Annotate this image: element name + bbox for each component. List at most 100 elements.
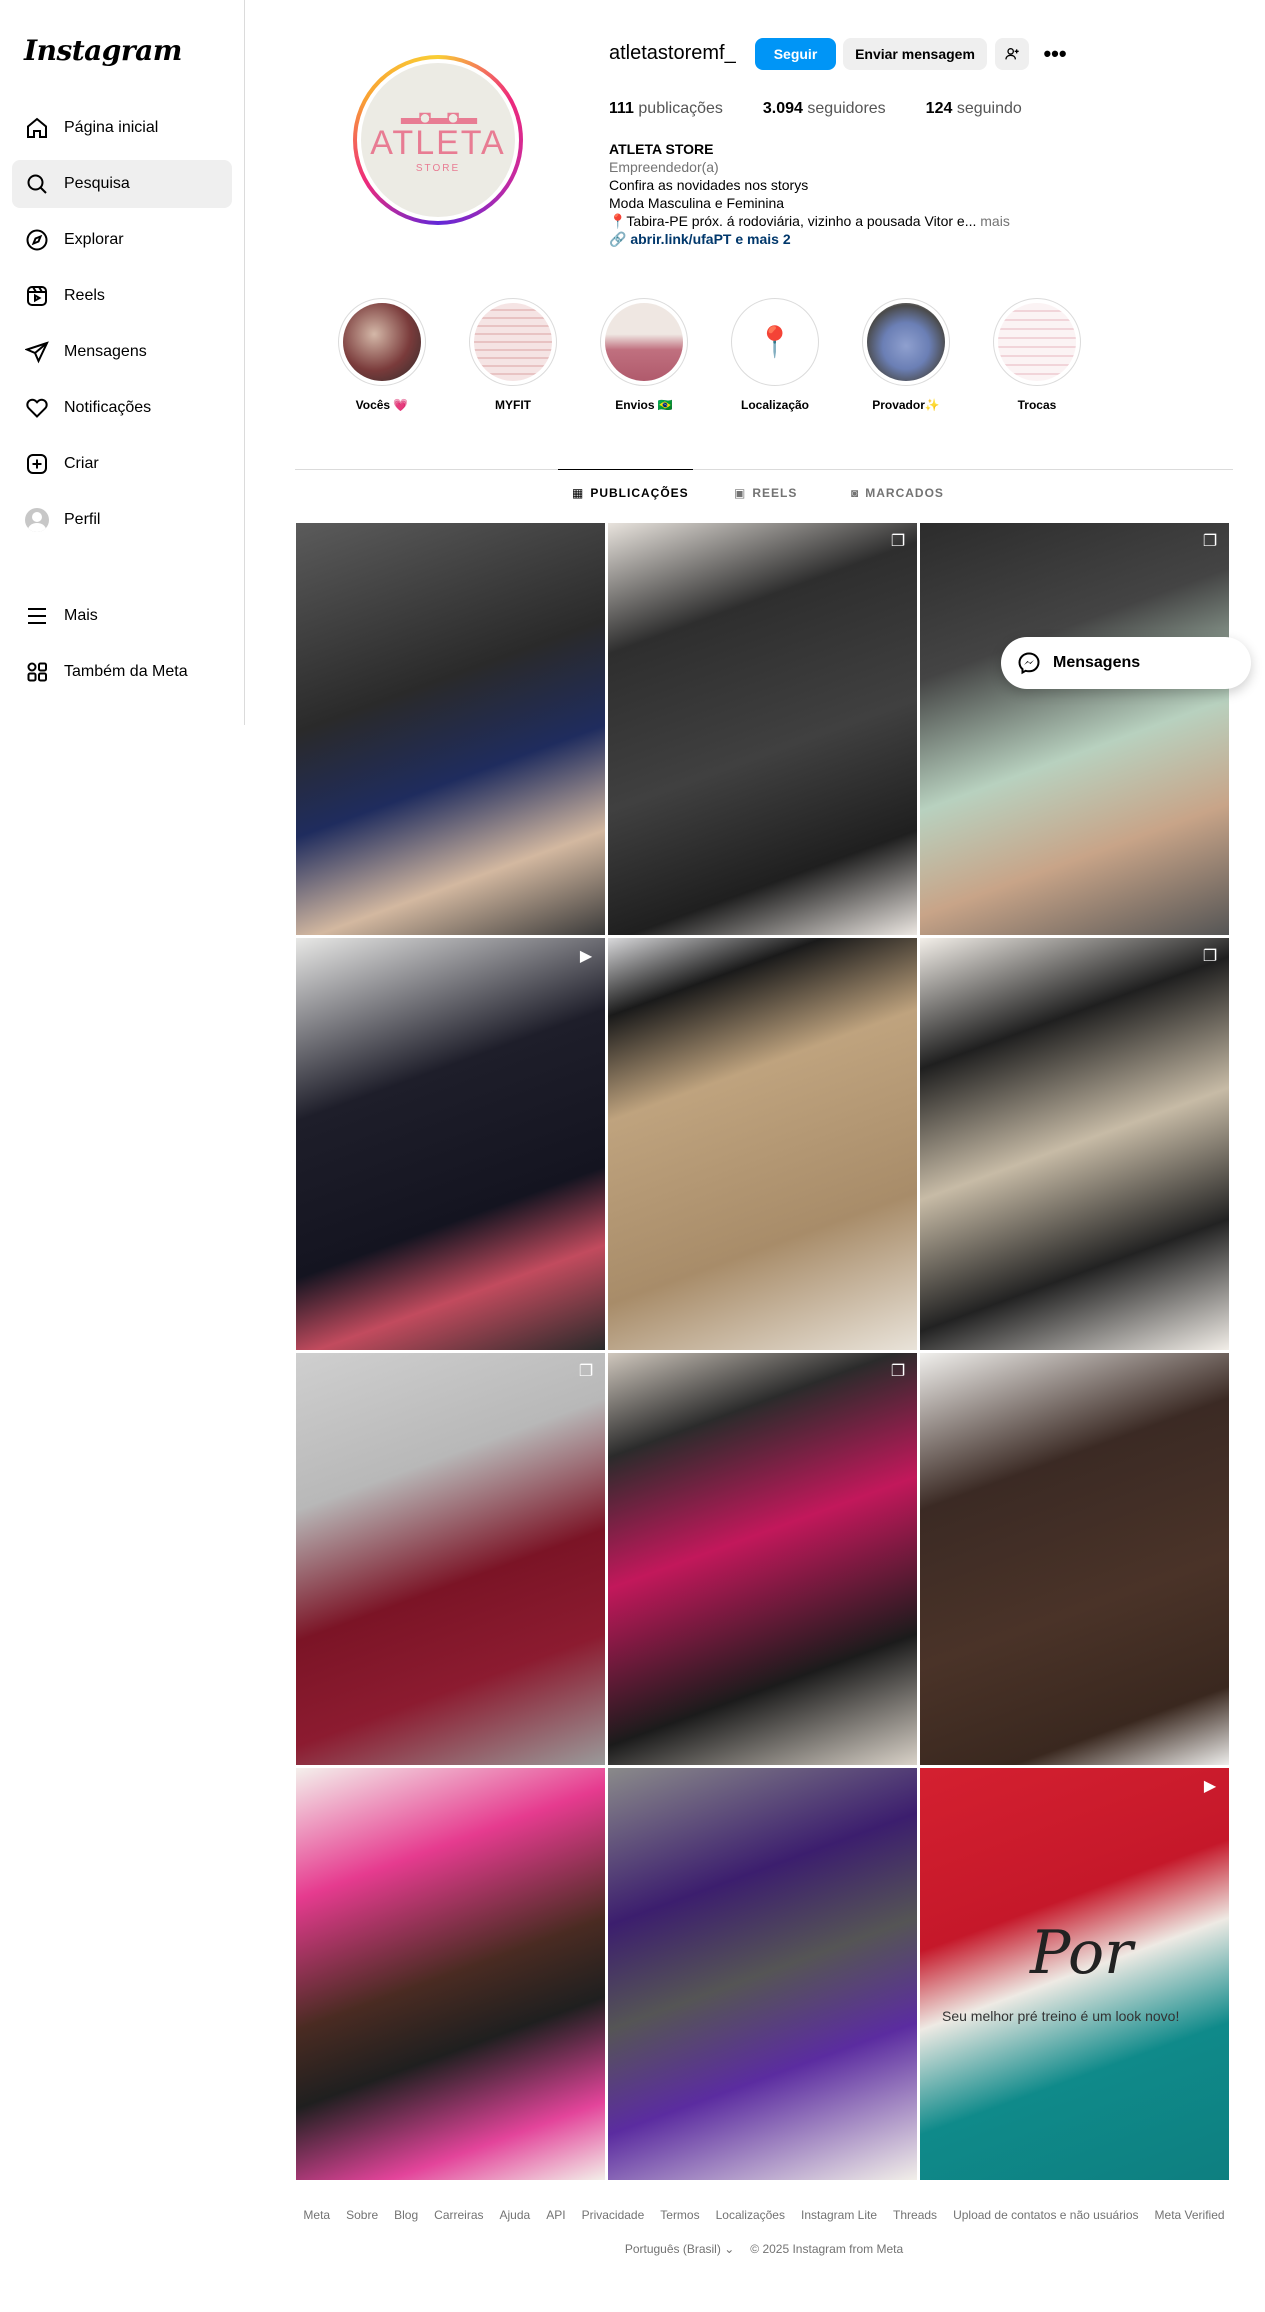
menu-icon — [24, 603, 50, 629]
sidebar-item-explore[interactable]: Explorar — [12, 216, 232, 264]
footer-link[interactable]: Blog — [394, 2208, 418, 2222]
tabs-divider — [295, 469, 1233, 470]
bio-line-location: 📍Tabira-PE próx. á rodoviária, vizinho a… — [609, 213, 1010, 229]
suggested-users-button[interactable] — [995, 38, 1029, 70]
carousel-badge-icon: ❐ — [1202, 948, 1218, 965]
grid-icon: ▦ — [572, 486, 585, 500]
location-pin-icon: 📍 — [736, 303, 814, 381]
highlight-item[interactable]: 📍 Localização — [725, 298, 825, 412]
messenger-label: Mensagens — [1053, 654, 1141, 671]
avatar-brand-text: ATLETA — [370, 123, 506, 162]
chevron-down-icon: ⌄ — [724, 2242, 735, 2256]
sidebar-item-also-from-meta[interactable]: Também da Meta — [12, 648, 232, 696]
footer-link[interactable]: Upload de contatos e não usuários — [953, 2208, 1138, 2222]
compass-icon — [24, 227, 50, 253]
photo-post-tile[interactable]: ❐ — [920, 938, 1229, 1350]
footer-link[interactable]: Threads — [893, 2208, 937, 2222]
sidebar-item-more[interactable]: Mais — [12, 592, 232, 640]
footer-link[interactable]: API — [546, 2208, 565, 2222]
sidebar-item-create[interactable]: Criar — [12, 440, 232, 488]
avatar-icon — [24, 507, 50, 533]
send-message-button[interactable]: Enviar mensagem — [843, 38, 987, 70]
photo-post-tile[interactable]: ❐ — [608, 1353, 917, 1765]
carousel-badge-icon: ❐ — [1202, 533, 1218, 550]
avatar-brand-subtext: STORE — [415, 162, 461, 174]
reels-icon: ▣ — [734, 486, 747, 500]
sidebar-item-label: Pesquisa — [64, 175, 130, 192]
reel-post-tile[interactable]: ▶ Por Seu melhor pré treino é um look novo… — [920, 1768, 1229, 2180]
follow-button[interactable]: Seguir — [755, 38, 836, 70]
tab-tagged[interactable]: ◙ MARCADOS — [851, 486, 944, 500]
reel-badge-icon: ▶ — [1203, 1778, 1217, 1795]
carousel-badge-icon: ❐ — [890, 1363, 906, 1380]
tab-posts[interactable]: ▦ PUBLICAÇÕES — [558, 469, 693, 500]
footer-link[interactable]: Meta — [303, 2208, 330, 2222]
bio-name: ATLETA STORE — [609, 141, 714, 157]
footer-link[interactable]: Sobre — [346, 2208, 378, 2222]
footer-link[interactable]: Instagram Lite — [801, 2208, 877, 2222]
sidebar-item-profile[interactable]: Perfil — [12, 496, 232, 544]
sidebar-item-label: Mais — [64, 607, 98, 624]
heart-icon — [24, 395, 50, 421]
carousel-badge-icon: ❐ — [890, 533, 906, 550]
carousel-badge-icon: ❐ — [578, 1363, 594, 1380]
more-options-button[interactable]: ••• — [1038, 38, 1072, 70]
copyright: © 2025 Instagram from Meta — [750, 2242, 904, 2256]
bio-category: Empreendedor(a) — [609, 159, 719, 175]
highlight-item[interactable]: Envios 🇧🇷 — [594, 298, 694, 412]
bio-external-link[interactable]: 🔗 abrir.link/ufaPT e mais 2 — [609, 230, 1010, 248]
following-stat[interactable]: 124 seguindo — [926, 100, 1022, 118]
bio-line: Moda Masculina e Feminina — [609, 195, 785, 211]
sidebar-item-messages[interactable]: Mensagens — [12, 328, 232, 376]
footer-link[interactable]: Localizações — [716, 2208, 785, 2222]
photo-post-tile[interactable]: ❐ — [920, 523, 1229, 935]
sidebar-item-search[interactable]: Pesquisa — [12, 160, 232, 208]
highlight-item[interactable]: Provador✨ — [856, 298, 956, 412]
instagram-logo[interactable]: Instagram — [24, 34, 182, 67]
post-caption-text: Seu melhor pré treino é um look novo! — [942, 2008, 1180, 2024]
posts-stat[interactable]: 111 publicações — [609, 100, 723, 118]
sidebar-item-label: Criar — [64, 455, 99, 472]
bio-more-link[interactable]: mais — [980, 213, 1010, 229]
reel-post-tile[interactable]: ▶ — [296, 938, 605, 1350]
profile-bio: ATLETA STORE Empreendedor(a) Confira as … — [609, 140, 1010, 248]
profile-avatar[interactable]: ▬◘▬◘▬ ATLETA STORE — [353, 55, 523, 225]
meta-apps-icon — [24, 659, 50, 685]
add-user-icon — [1005, 48, 1019, 60]
reels-icon — [24, 283, 50, 309]
post-script-text: Por — [1030, 1918, 1133, 1988]
footer-link[interactable]: Privacidade — [582, 2208, 645, 2222]
tab-reels[interactable]: ▣ REELS — [734, 486, 797, 500]
highlight-item[interactable]: Trocas — [987, 298, 1087, 412]
photo-post-tile[interactable] — [920, 1353, 1229, 1765]
tagged-icon: ◙ — [851, 486, 860, 500]
reel-badge-icon: ▶ — [579, 948, 593, 965]
highlight-item[interactable]: Vocês 💗 — [332, 298, 432, 412]
footer-links: Meta Sobre Blog Carreiras Ajuda API Priv… — [295, 2208, 1233, 2222]
messenger-floating-button[interactable]: Mensagens — [1001, 637, 1251, 689]
highlight-item[interactable]: MYFIT — [463, 298, 563, 412]
send-icon — [24, 339, 50, 365]
photo-post-tile[interactable] — [608, 938, 917, 1350]
sidebar-item-notifications[interactable]: Notificações — [12, 384, 232, 432]
footer-link[interactable]: Ajuda — [500, 2208, 531, 2222]
followers-stat[interactable]: 3.094 seguidores — [763, 100, 886, 118]
photo-post-tile[interactable] — [296, 523, 605, 935]
photo-post-tile[interactable]: ❐ — [608, 523, 917, 935]
sidebar-item-reels[interactable]: Reels — [12, 272, 232, 320]
footer-link[interactable]: Termos — [660, 2208, 699, 2222]
link-icon: 🔗 — [609, 231, 627, 247]
profile-username: atletastoremf_ — [609, 42, 736, 64]
photo-post-tile[interactable] — [296, 1768, 605, 2180]
footer-link[interactable]: Meta Verified — [1155, 2208, 1225, 2222]
photo-post-tile[interactable]: ❐ — [296, 1353, 605, 1765]
photo-post-tile[interactable] — [608, 1768, 917, 2180]
sidebar: Instagram Página inicial Pesquisa Explor… — [0, 0, 245, 725]
language-selector[interactable]: Português (Brasil) ⌄ — [625, 2242, 734, 2256]
footer-bottom: Português (Brasil) ⌄ © 2025 Instagram fr… — [295, 2242, 1233, 2256]
footer-link[interactable]: Carreiras — [434, 2208, 483, 2222]
sidebar-item-label: Explorar — [64, 231, 124, 248]
home-icon — [24, 115, 50, 141]
sidebar-item-label: Mensagens — [64, 343, 147, 360]
sidebar-item-home[interactable]: Página inicial — [12, 104, 232, 152]
